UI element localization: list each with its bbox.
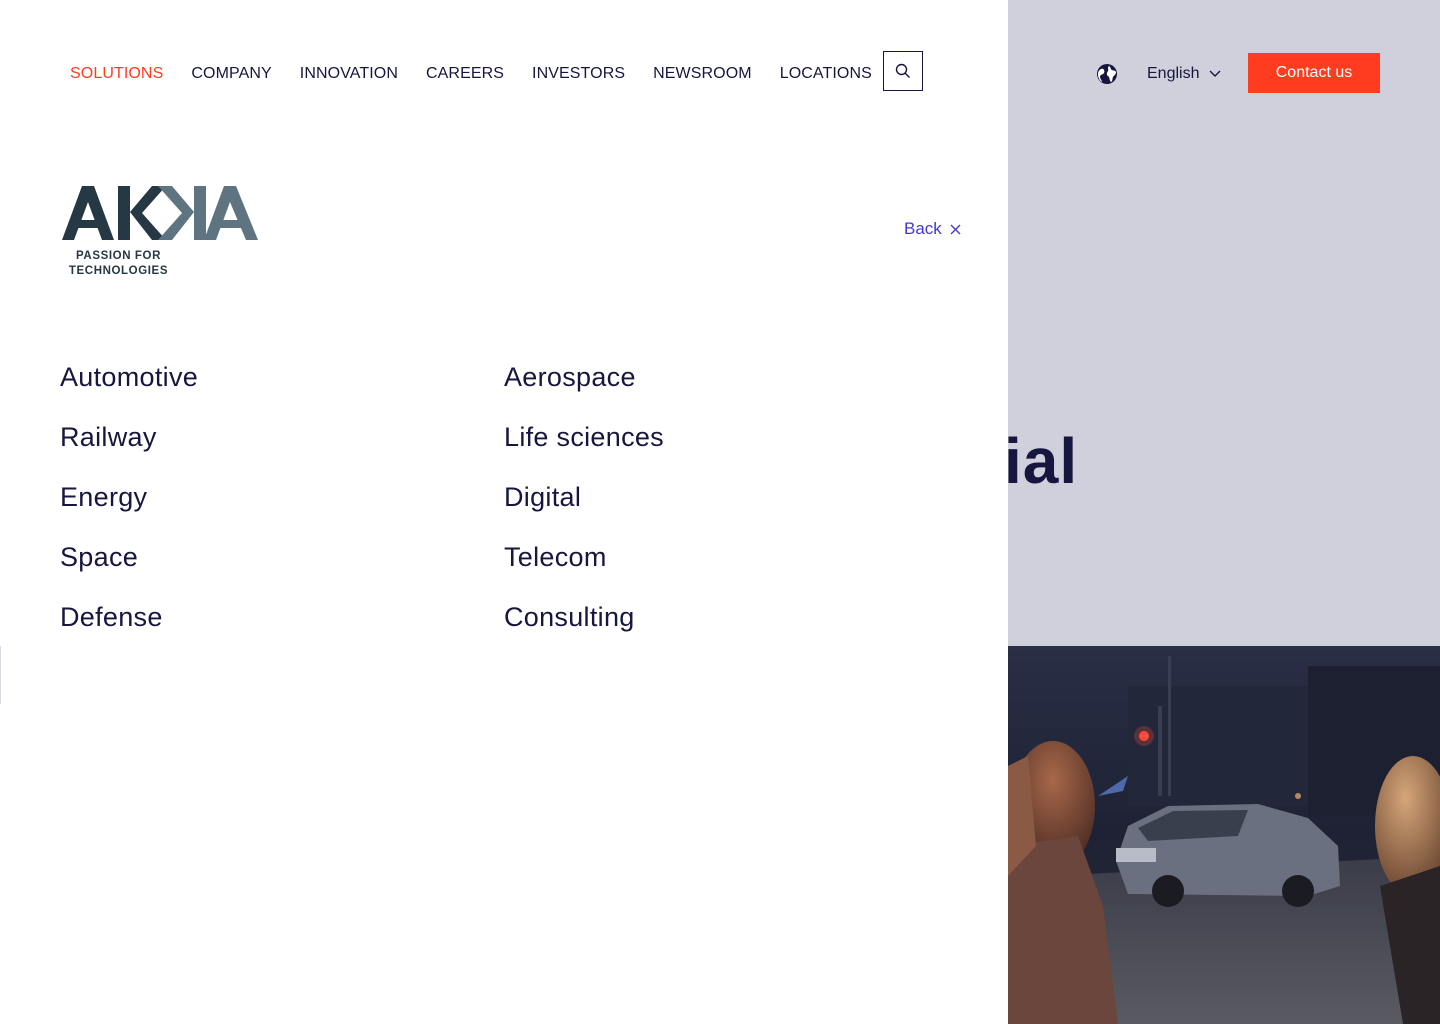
hero-title-fragment: ial [1004,425,1079,497]
solutions-column-right: Aerospace Life sciences Digital Telecom … [504,360,664,660]
solutions-column-left: Automotive Railway Energy Space Defense [60,360,198,660]
night-street-image [1008,646,1440,1024]
solution-link-telecom[interactable]: Telecom [504,540,664,600]
solution-link-automotive[interactable]: Automotive [60,360,198,420]
language-selector[interactable]: English [1147,64,1221,84]
akka-logo[interactable] [60,182,260,244]
globe-icon[interactable] [1096,63,1118,85]
nav-item-investors[interactable]: INVESTORS [532,65,625,83]
close-icon [950,224,961,234]
hero-background [1008,0,1440,646]
panel-edge-divider [0,646,1,704]
solution-link-aerospace[interactable]: Aerospace [504,360,664,420]
nav-item-company[interactable]: COMPANY [191,65,271,83]
solution-link-life-sciences[interactable]: Life sciences [504,420,664,480]
nav-item-innovation[interactable]: INNOVATION [300,65,398,83]
nav-item-newsroom[interactable]: NEWSROOM [653,65,752,83]
search-button[interactable] [883,51,923,91]
solution-link-digital[interactable]: Digital [504,480,664,540]
logo-tagline-line1: PASSION FOR [76,250,161,262]
page: ial English Contact us SOLUTIONS COMPANY… [0,0,1440,1024]
language-label: English [1147,65,1200,82]
chevron-down-icon [1209,70,1221,77]
logo-tagline-line2: TECHNOLOGIES [68,265,169,277]
logo-tagline: PASSION FOR TECHNOLOGIES [61,249,176,279]
hero-video[interactable] [1008,646,1440,1024]
solution-link-consulting[interactable]: Consulting [504,600,664,660]
nav-item-locations[interactable]: LOCATIONS [780,65,872,83]
solution-link-energy[interactable]: Energy [60,480,198,540]
main-nav: SOLUTIONS COMPANY INNOVATION CAREERS INV… [70,64,900,84]
back-button[interactable]: Back [904,219,961,239]
contact-us-button[interactable]: Contact us [1248,53,1380,93]
solutions-menu-panel: SOLUTIONS COMPANY INNOVATION CAREERS INV… [0,0,1008,1024]
nav-item-careers[interactable]: CAREERS [426,65,504,83]
search-icon [895,63,910,78]
nav-item-solutions[interactable]: SOLUTIONS [70,65,163,83]
back-label: Back [904,219,942,238]
solution-link-railway[interactable]: Railway [60,420,198,480]
solution-link-defense[interactable]: Defense [60,600,198,660]
solution-link-space[interactable]: Space [60,540,198,600]
